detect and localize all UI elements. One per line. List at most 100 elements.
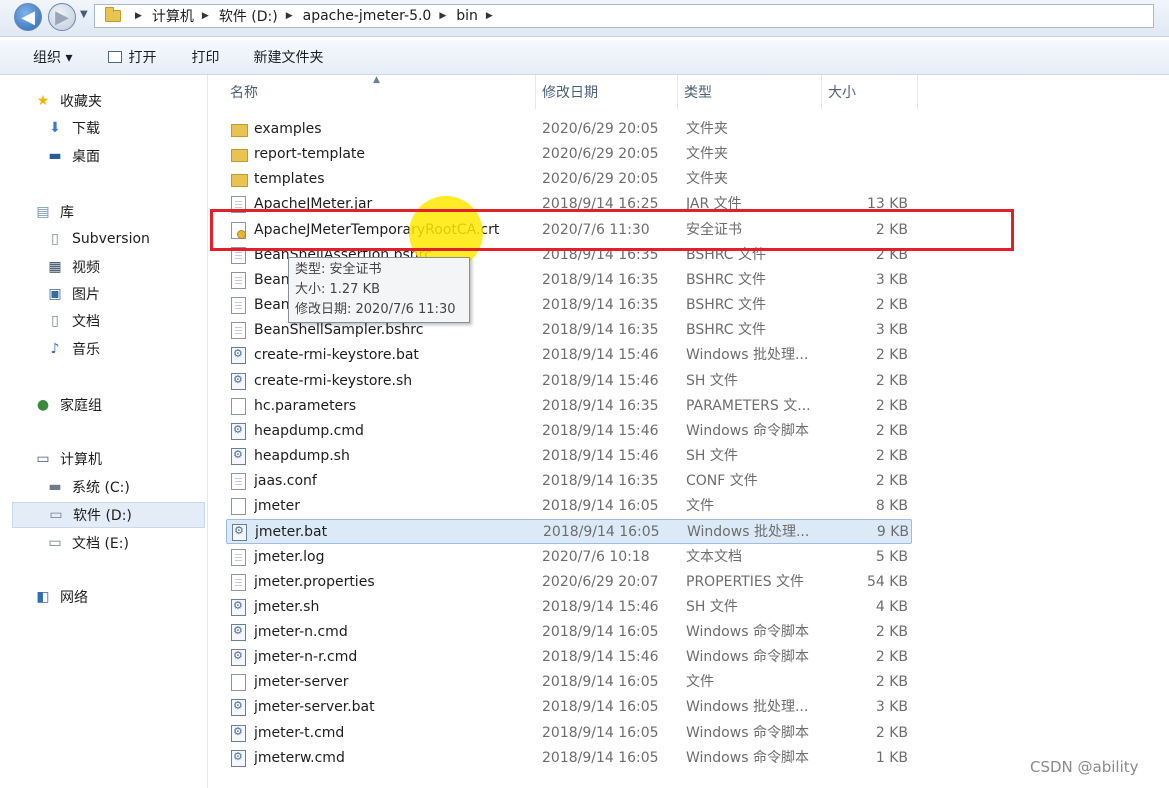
- document-icon: [231, 322, 246, 340]
- back-button[interactable]: ◀: [14, 3, 42, 31]
- file-row[interactable]: jmeter-n.cmd 2018/9/14 16:05 Windows 命令脚本 2…: [226, 620, 912, 645]
- breadcrumb-item-drive-d[interactable]: 软件 (D:) ▶: [219, 6, 303, 26]
- file-modified-date: 2018/9/14 16:05: [542, 498, 659, 515]
- file-type: Windows 命令脚本: [686, 624, 809, 640]
- file-name: jaas.conf: [254, 473, 317, 490]
- file-size: 54 KB: [866, 573, 908, 590]
- nav-videos[interactable]: ▦ 视频: [46, 254, 100, 280]
- file-name: heapdump.cmd: [254, 422, 364, 439]
- file-name: jmeter.sh: [254, 598, 320, 615]
- highlight-annotation-box: [210, 209, 1014, 251]
- breadcrumb[interactable]: ▶ 计算机 ▶ 软件 (D:) ▶ apache-jmeter-5.0 ▶ bin ▶: [94, 4, 1154, 28]
- file-row[interactable]: heapdump.sh 2018/9/14 15:46 SH 文件 2 KB: [226, 444, 912, 469]
- forward-button[interactable]: ▶: [48, 3, 76, 31]
- file-modified-date: 2020/6/29 20:05: [542, 146, 659, 163]
- script-icon: [231, 422, 246, 440]
- breadcrumb-item-bin[interactable]: bin ▶: [456, 8, 503, 24]
- organize-menu[interactable]: 组织 ▾: [33, 47, 72, 67]
- file-row[interactable]: report-template 2020/6/29 20:05 文件夹: [226, 142, 912, 167]
- nav-desktop[interactable]: ▬ 桌面: [46, 143, 100, 169]
- nav-subversion[interactable]: ▯ Subversion: [46, 226, 150, 252]
- nav-homegroup[interactable]: ● 家庭组: [34, 392, 102, 418]
- file-row[interactable]: heapdump.cmd 2018/9/14 15:46 Windows 命令脚本 2…: [226, 419, 912, 444]
- download-folder-icon: ⬇: [49, 120, 61, 136]
- breadcrumb-item-computer[interactable]: 计算机 ▶: [152, 6, 219, 26]
- file-row[interactable]: hc.parameters 2018/9/14 16:35 PARAMETERS 文…: [226, 394, 912, 419]
- file-size: 1 KB: [875, 749, 908, 766]
- file-modified-date: 2018/9/14 16:35: [542, 473, 659, 490]
- breadcrumb-root-arrow[interactable]: ▶: [127, 11, 152, 21]
- nav-favorites[interactable]: ★ 收藏夹: [34, 88, 102, 114]
- file-row[interactable]: jmeter-t.cmd 2018/9/14 16:05 Windows 命令脚本 2…: [226, 721, 912, 746]
- nav-computer[interactable]: ▭ 计算机: [34, 446, 102, 472]
- file-row[interactable]: jmeter-n-r.cmd 2018/9/14 15:46 Windows 命令脚…: [226, 645, 912, 670]
- file-row[interactable]: templates 2020/6/29 20:05 文件夹: [226, 167, 912, 192]
- open-button[interactable]: 打开: [108, 47, 156, 67]
- print-button[interactable]: 打印: [191, 47, 219, 67]
- folder-icon: [105, 7, 121, 22]
- document-library-icon: ▯: [51, 231, 59, 247]
- file-row[interactable]: jmeter-server.bat 2018/9/14 16:05 Windows …: [226, 695, 912, 720]
- file-row[interactable]: jmeter.bat 2018/9/14 16:05 Windows 批处理... 9…: [226, 519, 912, 545]
- nav-drive-c[interactable]: ▬ 系统 (C:): [46, 474, 130, 500]
- column-size[interactable]: 大小: [822, 75, 918, 109]
- nav-downloads[interactable]: ⬇ 下载: [46, 115, 100, 141]
- file-type: SH 文件: [686, 372, 738, 389]
- nav-libraries[interactable]: ▤ 库: [34, 199, 74, 225]
- breadcrumb-item-jmeter[interactable]: apache-jmeter-5.0 ▶: [303, 8, 457, 24]
- file-type: CONF 文件: [686, 473, 758, 490]
- file-size: 2 KB: [875, 674, 908, 691]
- file-row[interactable]: jmeter.log 2020/7/6 10:18 文本文档 5 KB: [226, 545, 912, 570]
- file-type: Windows 批处理...: [687, 524, 810, 541]
- nav-network[interactable]: ◧ 网络: [34, 584, 88, 610]
- column-date[interactable]: 修改日期: [536, 75, 678, 109]
- file-row[interactable]: jmeter 2018/9/14 16:05 文件 8 KB: [226, 494, 912, 519]
- file-size: 2 KB: [875, 397, 908, 414]
- document-icon: [231, 548, 246, 566]
- forward-arrow-icon: ▶: [55, 6, 69, 28]
- file-row[interactable]: examples 2020/6/29 20:05 文件夹: [226, 117, 912, 142]
- file-type: 文件夹: [686, 146, 728, 163]
- file-modified-date: 2020/7/6 10:18: [542, 548, 650, 565]
- file-size: 3 KB: [875, 271, 908, 288]
- file-row[interactable]: create-rmi-keystore.sh 2018/9/14 15:46 SH …: [226, 369, 912, 394]
- file-type: BSHRC 文件: [686, 271, 767, 288]
- file-row[interactable]: jmeterw.cmd 2018/9/14 16:05 Windows 命令脚本 1 …: [226, 746, 912, 771]
- file-row[interactable]: jmeter-server 2018/9/14 16:05 文件 2 KB: [226, 670, 912, 695]
- file-size: 2 KB: [875, 447, 908, 464]
- file-size: 2 KB: [875, 347, 908, 364]
- recent-pages-dropdown[interactable]: ▼: [80, 9, 88, 20]
- file-type: PARAMETERS 文...: [686, 397, 811, 414]
- column-type[interactable]: 类型: [678, 75, 822, 109]
- nav-pictures[interactable]: ▣ 图片: [46, 281, 100, 307]
- file-type: BSHRC 文件: [686, 297, 767, 314]
- file-modified-date: 2018/9/14 16:05: [542, 749, 659, 766]
- file-modified-date: 2018/9/14 15:46: [542, 649, 659, 666]
- nav-music[interactable]: ♪ 音乐: [46, 336, 100, 362]
- file-row[interactable]: jmeter.properties 2020/6/29 20:07 PROPERTI…: [226, 570, 912, 595]
- nav-drive-d[interactable]: ▭ 软件 (D:): [12, 502, 205, 528]
- file-size: 2 KB: [875, 473, 908, 490]
- column-name[interactable]: 名称: [224, 75, 536, 109]
- folder-icon: [231, 124, 248, 137]
- file-type: 文件夹: [686, 121, 728, 137]
- document-icon: [231, 271, 246, 289]
- new-folder-button[interactable]: 新建文件夹: [253, 47, 323, 67]
- file-row[interactable]: jaas.conf 2018/9/14 16:35 CONF 文件 2 KB: [226, 469, 912, 494]
- file-type: 文本文档: [686, 548, 742, 565]
- file-name: templates: [254, 171, 325, 188]
- script-icon: [231, 347, 246, 365]
- file-name: jmeter-server: [254, 674, 349, 691]
- nav-documents[interactable]: ▯ 文档: [46, 308, 100, 334]
- file-size: 2 KB: [875, 624, 908, 640]
- file-row[interactable]: jmeter.sh 2018/9/14 15:46 SH 文件 4 KB: [226, 595, 912, 620]
- file-type: 文件: [686, 674, 714, 691]
- file-name: jmeter.bat: [255, 524, 328, 541]
- file-size: 2 KB: [875, 649, 908, 666]
- file-modified-date: 2018/9/14 15:46: [542, 347, 659, 364]
- file-modified-date: 2018/9/14 16:05: [542, 674, 659, 691]
- file-row[interactable]: create-rmi-keystore.bat 2018/9/14 15:46 Wi…: [226, 343, 912, 368]
- nav-drive-e[interactable]: ▭ 文档 (E:): [46, 530, 129, 556]
- music-icon: ♪: [50, 341, 60, 357]
- file-type: Windows 命令脚本: [686, 749, 809, 766]
